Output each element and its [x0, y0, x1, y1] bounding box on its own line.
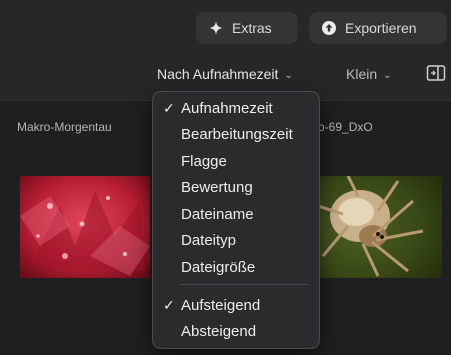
menu-separator	[179, 284, 307, 285]
sort-dropdown-label: Nach Aufnahmezeit	[157, 66, 279, 82]
extras-label: Extras	[232, 20, 272, 36]
menu-item-label: Bewertung	[181, 179, 253, 196]
menu-item-label: Absteigend	[181, 322, 257, 340]
chevron-down-icon: ⌄	[383, 69, 392, 81]
photo-thumbnail[interactable]	[20, 176, 150, 278]
menu-item-sort-field[interactable]: ✓ Aufnahmezeit	[153, 96, 319, 120]
checkmark-icon: ✓	[163, 99, 175, 116]
export-button[interactable]: Exportieren	[309, 12, 447, 44]
sort-menu: ✓ Aufnahmezeit Bearbeitungszeit Flagge Bewer…	[152, 91, 320, 349]
checkmark-icon: ✓	[163, 296, 175, 313]
menu-item-label: Aufsteigend	[181, 296, 261, 314]
thumbnail-size-dropdown[interactable]: Klein ⌄	[346, 64, 392, 84]
menu-item-label: Flagge	[181, 152, 227, 170]
menu-item-sort-field[interactable]: Dateityp	[153, 229, 319, 253]
extras-button[interactable]: Extras	[196, 12, 298, 44]
sparkle-icon	[208, 20, 224, 36]
export-icon	[321, 20, 337, 36]
menu-item-label: Aufnahmezeit	[181, 99, 273, 117]
photo-thumbnail[interactable]	[318, 176, 442, 278]
menu-item-sort-field[interactable]: Flagge	[153, 149, 319, 173]
menu-item-sort-field[interactable]: Bewertung	[153, 176, 319, 200]
sidebar-toggle-icon[interactable]	[426, 64, 446, 82]
thumbnail-label: o-69_DxO	[318, 120, 373, 134]
menu-item-label: Dateityp	[181, 232, 237, 249]
menu-item-sort-order[interactable]: Absteigend	[153, 319, 319, 343]
menu-item-label: Dateigröße	[181, 258, 256, 276]
menu-item-label: Bearbeitungszeit	[181, 126, 293, 143]
menu-item-label: Dateiname	[181, 205, 254, 223]
menu-item-sort-field[interactable]: Dateiname	[153, 202, 319, 226]
menu-item-sort-field[interactable]: Dateigröße	[153, 255, 319, 279]
export-label: Exportieren	[345, 20, 417, 36]
thumbnail-label: Makro-Morgentau	[17, 120, 112, 134]
menu-item-sort-order[interactable]: ✓ Aufsteigend	[153, 293, 319, 317]
sort-dropdown[interactable]: Nach Aufnahmezeit ⌄	[157, 64, 293, 84]
menu-item-sort-field[interactable]: Bearbeitungszeit	[153, 123, 319, 147]
size-dropdown-label: Klein	[346, 66, 378, 82]
chevron-down-icon: ⌄	[284, 69, 293, 81]
